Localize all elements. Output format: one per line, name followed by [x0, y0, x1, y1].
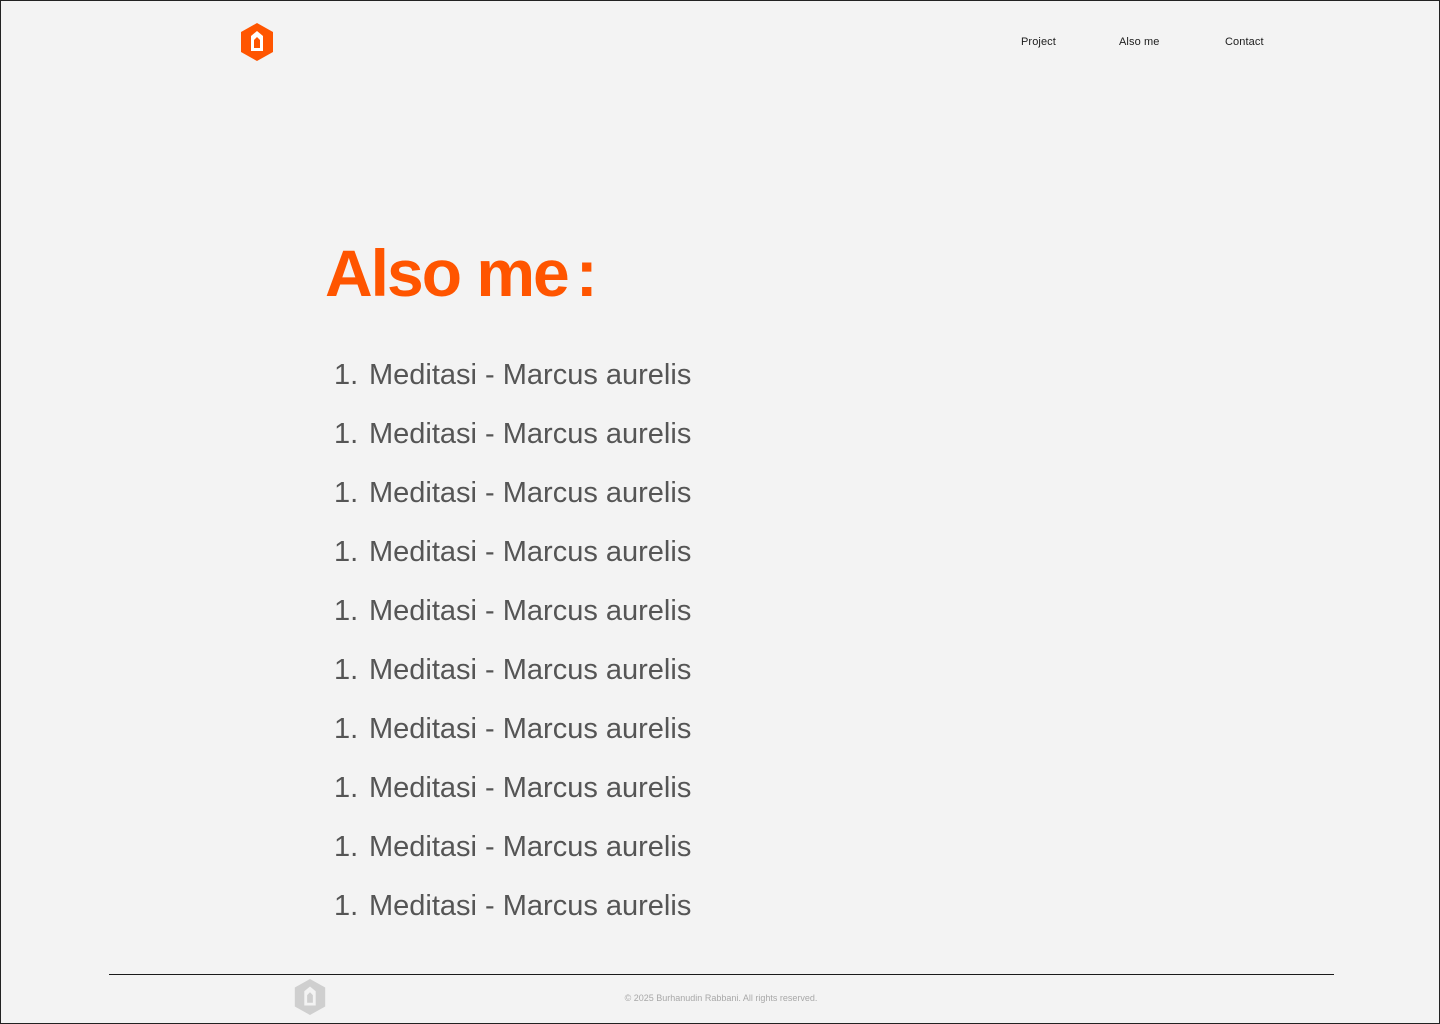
- list-item: 1. Meditasi - Marcus aurelis: [334, 768, 691, 827]
- list-item-text: Meditasi - Marcus aurelis: [369, 359, 692, 391]
- list-item-text: Meditasi - Marcus aurelis: [369, 890, 692, 922]
- list-item-number: 1.: [334, 359, 359, 391]
- list-item-number: 1.: [334, 831, 359, 863]
- list-item: 1. Meditasi - Marcus aurelis: [334, 355, 691, 414]
- list-item-text: Meditasi - Marcus aurelis: [369, 595, 692, 627]
- list-item-number: 1.: [334, 536, 359, 568]
- hexagon-logo-icon[interactable]: [237, 22, 277, 62]
- list-item-number: 1.: [334, 890, 359, 922]
- list-item: 1. Meditasi - Marcus aurelis: [334, 473, 691, 532]
- list-item: 1. Meditasi - Marcus aurelis: [334, 886, 691, 945]
- list-item-number: 1.: [334, 418, 359, 450]
- list-item-text: Meditasi - Marcus aurelis: [369, 831, 692, 863]
- footer-divider: [109, 974, 1334, 975]
- list-item-number: 1.: [334, 713, 359, 745]
- nav-link-contact[interactable]: Contact: [1225, 36, 1264, 52]
- list-item: 1. Meditasi - Marcus aurelis: [334, 650, 691, 709]
- list-item: 1. Meditasi - Marcus aurelis: [334, 414, 691, 473]
- list-item-number: 1.: [334, 477, 359, 509]
- list-item-number: 1.: [334, 595, 359, 627]
- list-item-text: Meditasi - Marcus aurelis: [369, 536, 692, 568]
- copyright-text: © 2025 Burhanudin Rabbani. All rights re…: [624, 993, 818, 1003]
- list-item-number: 1.: [334, 654, 359, 686]
- list-item-number: 1.: [334, 772, 359, 804]
- list-item-text: Meditasi - Marcus aurelis: [369, 654, 692, 686]
- list-item: 1. Meditasi - Marcus aurelis: [334, 591, 691, 650]
- nav-link-project[interactable]: Project: [1021, 36, 1056, 52]
- page-title-colon: :: [575, 236, 598, 310]
- list-item: 1. Meditasi - Marcus aurelis: [334, 532, 691, 591]
- list-item-text: Meditasi - Marcus aurelis: [369, 772, 692, 804]
- list-item-text: Meditasi - Marcus aurelis: [369, 477, 692, 509]
- list-item: 1. Meditasi - Marcus aurelis: [334, 827, 691, 886]
- list-item-text: Meditasi - Marcus aurelis: [369, 713, 692, 745]
- page-title: Also me:: [325, 233, 598, 313]
- book-list: 1. Meditasi - Marcus aurelis 1. Meditasi -…: [334, 355, 691, 945]
- nav-link-also-me[interactable]: Also me: [1119, 36, 1159, 52]
- list-item-text: Meditasi - Marcus aurelis: [369, 418, 692, 450]
- page-title-text: Also me: [325, 236, 570, 310]
- list-item: 1. Meditasi - Marcus aurelis: [334, 709, 691, 768]
